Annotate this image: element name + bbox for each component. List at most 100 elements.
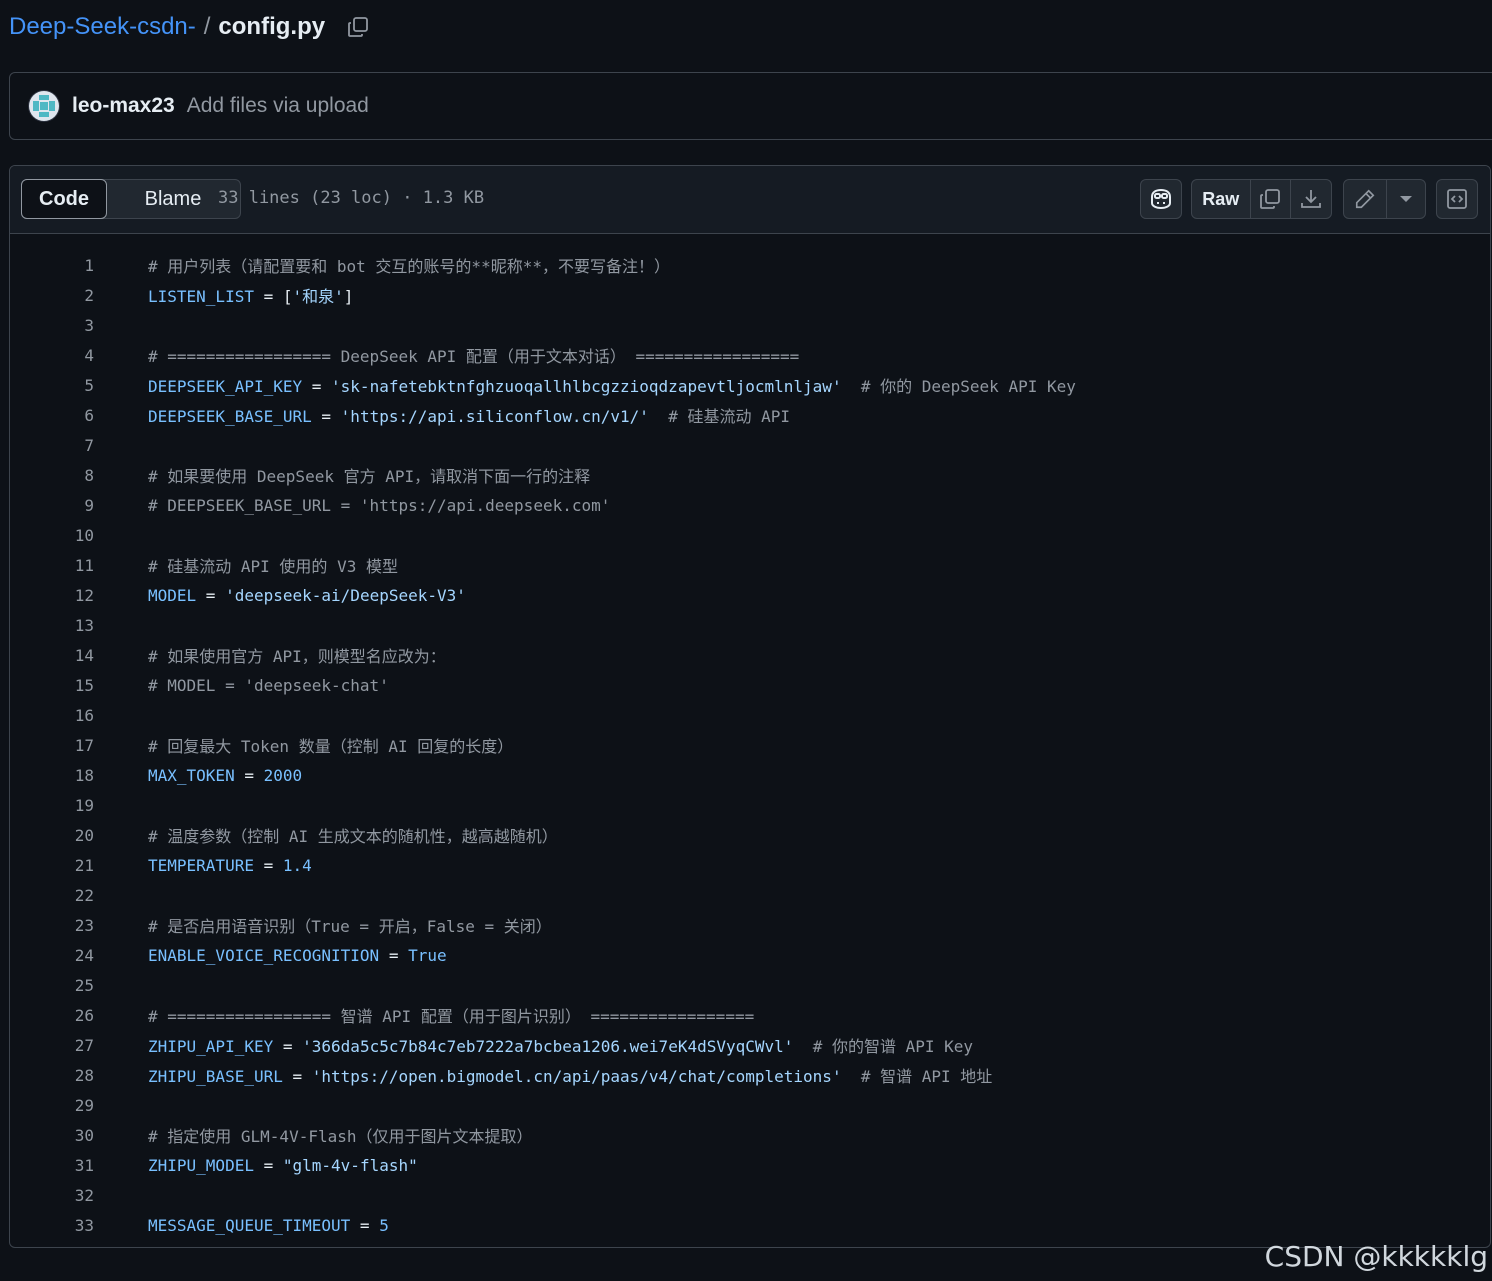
code-line: 21 TEMPERATURE = 1.4 (10, 850, 1490, 880)
code-token-str: '和泉' (292, 287, 344, 306)
line-number[interactable]: 12 (10, 586, 148, 605)
raw-button-label: Raw (1202, 188, 1240, 209)
commit-message[interactable]: Add files via upload (187, 94, 369, 118)
line-number[interactable]: 25 (10, 976, 148, 995)
line-number[interactable]: 26 (10, 1006, 148, 1025)
code-line: 30 # 指定使用 GLM-4V-Flash（仅用于图片文本提取） (10, 1120, 1490, 1150)
code-token-comment: # 如果使用官方 API，则模型名应改为： (148, 647, 446, 666)
code-token-comment: # 硅基流动 API 使用的 V3 模型 (148, 557, 398, 576)
copy-icon[interactable] (1249, 180, 1291, 218)
line-number[interactable]: 3 (10, 316, 148, 335)
copy-icon[interactable] (345, 14, 371, 40)
copilot-icon[interactable] (1141, 180, 1181, 218)
code-token-str: 'deepseek-ai/DeepSeek-V3' (225, 585, 466, 605)
code-token-comment: # 用户列表（请配置要和 bot 交互的账号的**昵称**，不要写备注！） (148, 257, 670, 276)
line-number[interactable]: 16 (10, 706, 148, 725)
line-number[interactable]: 7 (10, 436, 148, 455)
file-viewer: Code Blame 33 lines (23 loc) · 1.3 KB Ra… (9, 165, 1491, 1248)
commit-author[interactable]: leo-max23 (72, 94, 175, 118)
line-number[interactable]: 30 (10, 1126, 148, 1145)
line-number[interactable]: 15 (10, 676, 148, 695)
code-line: 25 (10, 970, 1490, 1000)
code-token-str: '366da5c5c7b84c7eb7222a7bcbea1206.wei7eK… (302, 1037, 794, 1056)
code-square-icon[interactable] (1437, 180, 1477, 218)
code-token-op: = (253, 855, 283, 875)
line-content: # ================= 智谱 API 配置（用于图片识别） ==… (148, 1003, 754, 1027)
code-token-comment: # 如果要使用 DeepSeek 官方 API，请取消下面一行的注释 (148, 467, 591, 486)
line-number[interactable]: 18 (10, 766, 148, 785)
line-number[interactable]: 27 (10, 1036, 148, 1055)
line-number[interactable]: 19 (10, 796, 148, 815)
line-number[interactable]: 20 (10, 826, 148, 845)
code-line: 22 (10, 880, 1490, 910)
raw-toolbar: Raw (1191, 179, 1332, 219)
line-content: DEEPSEEK_BASE_URL = 'https://api.silicon… (148, 403, 790, 427)
line-number[interactable]: 22 (10, 886, 148, 905)
line-number[interactable]: 23 (10, 916, 148, 935)
pencil-icon[interactable] (1344, 180, 1386, 218)
code-token-var: ZHIPU_BASE_URL (148, 1067, 283, 1086)
triangle-down-icon[interactable] (1386, 180, 1425, 218)
line-number[interactable]: 21 (10, 856, 148, 875)
code-line: 5 DEEPSEEK_API_KEY = 'sk-nafetebktnfghzuo… (10, 370, 1490, 400)
avatar[interactable] (28, 90, 60, 122)
line-number[interactable]: 32 (10, 1186, 148, 1205)
line-number[interactable]: 9 (10, 496, 148, 515)
line-number[interactable]: 1 (10, 256, 148, 275)
breadcrumb-separator: / (203, 13, 211, 40)
code-token-op: = (302, 377, 332, 396)
line-content: # 如果使用官方 API，则模型名应改为： (148, 643, 446, 667)
copilot-button[interactable] (1140, 179, 1182, 219)
code-line: 27 ZHIPU_API_KEY = '366da5c5c7b84c7eb7222… (10, 1030, 1490, 1060)
line-number[interactable]: 8 (10, 466, 148, 485)
tab-code[interactable]: Code (21, 179, 107, 219)
code-token-var: DEEPSEEK_API_KEY (148, 377, 303, 396)
line-content: # 指定使用 GLM-4V-Flash（仅用于图片文本提取） (148, 1123, 533, 1147)
view-mode-toggle: Code Blame (21, 179, 241, 219)
code-token-comment: # 你的 DeepSeek API Key (841, 377, 1076, 396)
line-number[interactable]: 4 (10, 346, 148, 365)
line-number[interactable]: 28 (10, 1066, 148, 1085)
code-line: 9 # DEEPSEEK_BASE_URL = 'https://api.deep… (10, 490, 1490, 520)
line-number[interactable]: 5 (10, 376, 148, 395)
code-token-comment: # DEEPSEEK_BASE_URL = 'https://api.deeps… (148, 495, 611, 515)
download-icon[interactable] (1290, 180, 1331, 218)
raw-button[interactable]: Raw (1192, 180, 1250, 218)
line-content: # 是否启用语音识别（True = 开启，False = 关闭） (148, 913, 552, 937)
file-header: Code Blame 33 lines (23 loc) · 1.3 KB Ra… (10, 166, 1490, 234)
line-content: ZHIPU_MODEL = "glm-4v-flash" (148, 1156, 418, 1175)
code-token-var: LISTEN_LIST (148, 287, 254, 306)
code-token-var: MAX_TOKEN (148, 765, 235, 785)
line-number[interactable]: 10 (10, 526, 148, 545)
symbols-button[interactable] (1436, 179, 1478, 219)
code-token-comment: # 回复最大 Token 数量（控制 AI 回复的长度） (148, 737, 514, 756)
code-token-str: 'sk-nafetebktnfghzuoqallhlbcgzzioqdzapev… (331, 377, 842, 396)
code-token-op: = (253, 287, 283, 306)
breadcrumb-file-name: config.py (218, 13, 326, 40)
code-token-comment: # MODEL = 'deepseek-chat' (148, 675, 389, 695)
line-number[interactable]: 6 (10, 406, 148, 425)
line-number[interactable]: 11 (10, 556, 148, 575)
code-line: 32 (10, 1180, 1490, 1210)
code-view: 1 # 用户列表（请配置要和 bot 交互的账号的**昵称**，不要写备注！） 2 L… (10, 234, 1490, 1240)
line-number[interactable]: 33 (10, 1216, 148, 1235)
line-number[interactable]: 24 (10, 946, 148, 965)
line-content: ZHIPU_API_KEY = '366da5c5c7b84c7eb7222a7… (148, 1033, 973, 1057)
line-number[interactable]: 31 (10, 1156, 148, 1175)
code-line: 3 (10, 310, 1490, 340)
code-token-num: 2000 (263, 765, 303, 785)
code-line: 4 # ================= DeepSeek API 配置（用于文… (10, 340, 1490, 370)
breadcrumb-repo-link[interactable]: Deep-Seek-csdn- (9, 13, 196, 41)
line-number[interactable]: 14 (10, 646, 148, 665)
code-line: 23 # 是否启用语音识别（True = 开启，False = 关闭） (10, 910, 1490, 940)
code-token-op: = (379, 945, 409, 965)
code-token-comment: # 智谱 API 地址 (841, 1067, 993, 1086)
code-line: 12 MODEL = 'deepseek-ai/DeepSeek-V3' (10, 580, 1490, 610)
line-number[interactable]: 2 (10, 286, 148, 305)
line-number[interactable]: 17 (10, 736, 148, 755)
line-number[interactable]: 29 (10, 1096, 148, 1115)
code-token-op: ] (343, 287, 354, 306)
code-token-op: = (273, 1037, 303, 1056)
line-number[interactable]: 13 (10, 616, 148, 635)
code-line: 17 # 回复最大 Token 数量（控制 AI 回复的长度） (10, 730, 1490, 760)
